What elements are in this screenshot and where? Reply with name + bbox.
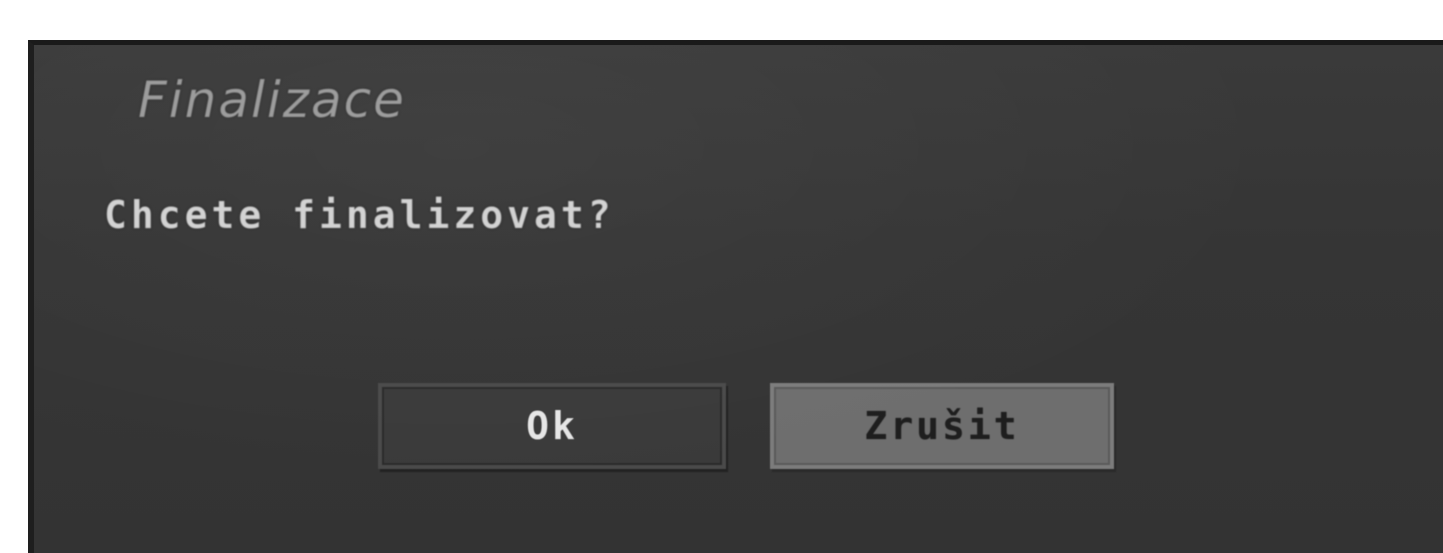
cancel-button-label: Zrušit — [864, 404, 1020, 448]
cancel-button[interactable]: Zrušit — [770, 383, 1114, 469]
dialog-title: Finalizace — [138, 71, 406, 129]
dialog-message: Chcete finalizovat? — [104, 193, 615, 237]
ok-button-label: Ok — [526, 404, 578, 448]
ok-button[interactable]: Ok — [378, 383, 726, 469]
finalize-dialog: Finalizace Chcete finalizovat? Ok Zrušit — [28, 40, 1443, 553]
